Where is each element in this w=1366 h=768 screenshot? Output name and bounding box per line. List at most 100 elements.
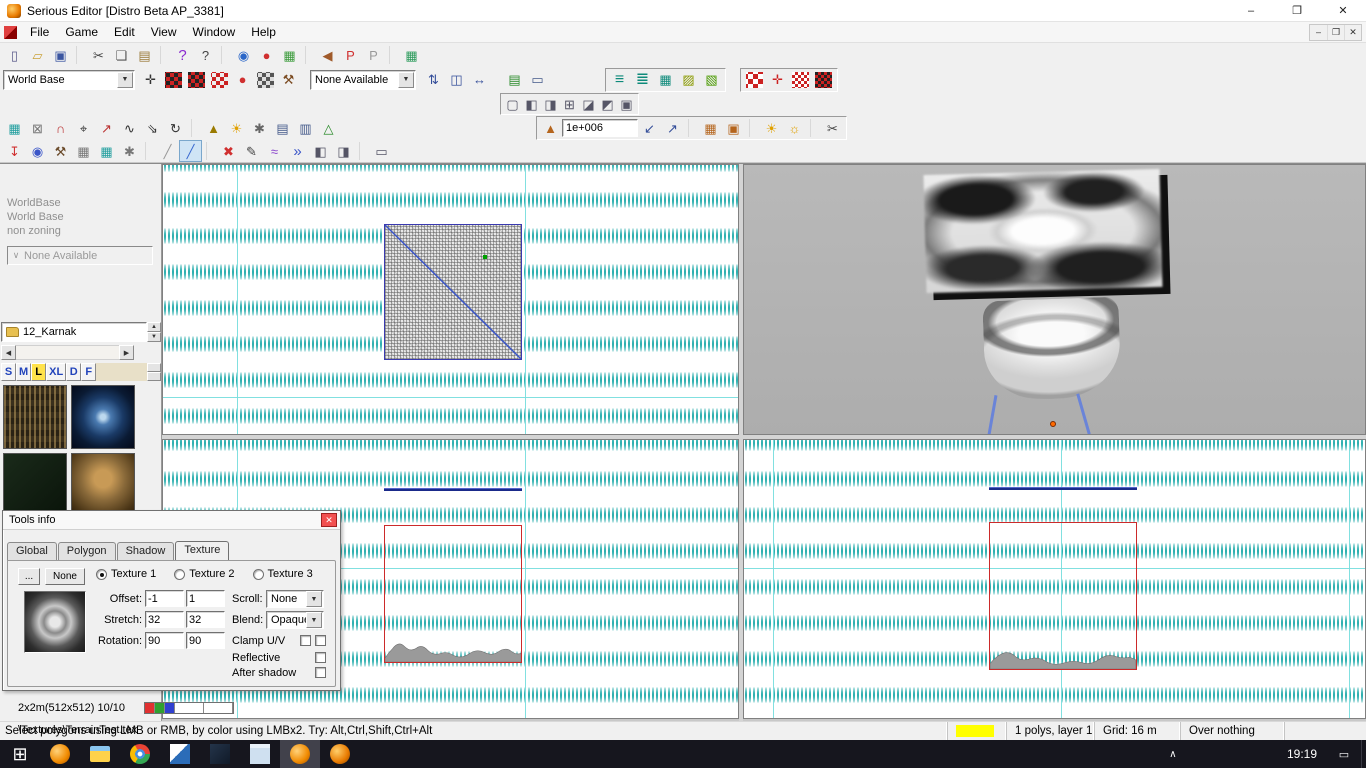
texture-size-tab[interactable]: XL bbox=[46, 363, 67, 381]
scroll-combo[interactable]: None ▼ bbox=[266, 590, 324, 608]
fast-forward-icon[interactable]: » bbox=[286, 140, 309, 162]
after-shadow-checkbox[interactable] bbox=[315, 667, 326, 678]
taskbar-chrome-icon[interactable] bbox=[120, 740, 160, 768]
pattern-mixed-icon[interactable] bbox=[812, 69, 835, 91]
navigate-back-icon[interactable]: ◀ bbox=[316, 44, 339, 66]
offset-u-input[interactable] bbox=[145, 590, 184, 607]
window-outline-icon[interactable]: ▢ bbox=[503, 93, 522, 115]
paste-icon[interactable]: ▤ bbox=[133, 44, 156, 66]
tools-info-tab[interactable]: Global bbox=[7, 542, 57, 560]
spin-down-icon[interactable]: ▼ bbox=[147, 332, 161, 342]
pattern-fine-icon[interactable] bbox=[789, 69, 812, 91]
window-corner-icon[interactable]: ◩ bbox=[598, 93, 617, 115]
texture-layer-radio[interactable]: Texture 3 bbox=[252, 568, 313, 580]
taskbar-serious-editor-icon[interactable] bbox=[280, 740, 320, 768]
heightmap-texture-quad[interactable] bbox=[923, 168, 1163, 294]
offset-v-input[interactable] bbox=[186, 590, 225, 607]
reflective-checkbox[interactable] bbox=[315, 652, 326, 663]
pattern-coarse-icon[interactable] bbox=[743, 69, 766, 91]
spin-down-icon[interactable] bbox=[147, 372, 161, 381]
terrain-cell-icon[interactable]: ▣ bbox=[722, 117, 745, 139]
texture-b-icon[interactable]: ▥ bbox=[294, 117, 317, 139]
delete-poly-icon[interactable]: ✖ bbox=[217, 140, 240, 162]
taskbar-clock[interactable]: 19:19 bbox=[1277, 747, 1327, 761]
scroll-track[interactable] bbox=[16, 345, 119, 360]
frame-left-icon[interactable]: ◧ bbox=[309, 140, 332, 162]
spin-up-icon[interactable] bbox=[147, 363, 161, 372]
shadow-calc-icon[interactable]: ☼ bbox=[783, 117, 806, 139]
csg-deport-icon[interactable] bbox=[254, 69, 277, 91]
pencil-icon[interactable]: ✎ bbox=[240, 140, 263, 162]
texture-layer-radio[interactable]: Texture 1 bbox=[96, 568, 156, 580]
menu-item[interactable]: File bbox=[22, 23, 57, 41]
window-left-icon[interactable]: ◧ bbox=[522, 93, 541, 115]
taskbar-explorer-icon[interactable] bbox=[80, 740, 120, 768]
swatch-red[interactable] bbox=[145, 703, 155, 713]
clamp-u-checkbox[interactable] bbox=[300, 635, 311, 646]
resize-icon[interactable]: ⇘ bbox=[141, 117, 164, 139]
texture-thumb-dark[interactable] bbox=[3, 453, 67, 517]
mdi-close-button[interactable]: ✕ bbox=[1344, 24, 1361, 40]
split-axe-icon[interactable]: ⚒ bbox=[277, 69, 300, 91]
gear-icon[interactable]: ✱ bbox=[248, 117, 271, 139]
help-icon[interactable]: ? bbox=[171, 44, 194, 66]
spray-icon[interactable]: ≈ bbox=[263, 140, 286, 162]
chevron-down-icon[interactable]: ▼ bbox=[398, 71, 414, 88]
library-icon[interactable]: ▤ bbox=[503, 69, 526, 91]
csg-split-icon[interactable] bbox=[208, 69, 231, 91]
terrain-raise-icon[interactable]: ▲ bbox=[539, 117, 562, 139]
world-sphere-icon[interactable]: ◉ bbox=[26, 140, 49, 162]
cut-icon[interactable]: ✂ bbox=[87, 44, 110, 66]
world-base-combo[interactable]: World Base ▼ bbox=[3, 69, 135, 90]
pattern-add-icon[interactable]: ✛ bbox=[766, 69, 789, 91]
layers-add-icon[interactable]: ≣ bbox=[631, 69, 654, 91]
chevron-down-icon[interactable]: ▼ bbox=[117, 71, 133, 88]
spin-up-icon[interactable]: ▲ bbox=[147, 322, 161, 332]
menu-item[interactable]: Window bbox=[185, 23, 244, 41]
mip-expand-icon[interactable]: ↗ bbox=[661, 117, 684, 139]
entity-select-icon[interactable]: ✛ bbox=[139, 69, 162, 91]
stretch-u-input[interactable] bbox=[145, 611, 184, 628]
pencil-active-icon[interactable]: ╱ bbox=[179, 140, 202, 162]
stretch-v-input[interactable] bbox=[186, 611, 225, 628]
texture-layer-radio[interactable]: Texture 2 bbox=[174, 568, 235, 580]
anchor-lock-icon[interactable]: ⊠ bbox=[26, 117, 49, 139]
chevron-down-icon[interactable]: ▼ bbox=[306, 612, 322, 628]
csg-subtract-icon[interactable] bbox=[185, 69, 208, 91]
mirror-icon[interactable]: ◫ bbox=[445, 69, 468, 91]
viewport-top-2d[interactable] bbox=[162, 164, 739, 435]
texture-thumb-hieroglyphs[interactable] bbox=[3, 385, 67, 449]
mip-factor-input[interactable] bbox=[562, 119, 638, 137]
texture-size-tab[interactable]: L bbox=[31, 363, 47, 381]
taskbar-game-icon[interactable] bbox=[40, 740, 80, 768]
menu-item[interactable]: View bbox=[143, 23, 185, 41]
carve-axe-icon[interactable]: ⚒ bbox=[49, 140, 72, 162]
menu-item[interactable]: Help bbox=[243, 23, 284, 41]
projector-icon[interactable]: ▲ bbox=[202, 117, 225, 139]
terrain-mesh-3d[interactable] bbox=[982, 296, 1122, 402]
start-button[interactable]: ⊞ bbox=[0, 740, 40, 768]
texture-preview[interactable] bbox=[24, 591, 86, 653]
texture-size-tab[interactable]: S bbox=[1, 363, 16, 381]
tray-chevron-icon[interactable]: ∧ bbox=[1161, 749, 1185, 760]
texture-a-icon[interactable]: ▤ bbox=[271, 117, 294, 139]
action-center-icon[interactable]: ▭ bbox=[1327, 748, 1361, 761]
mdi-restore-button[interactable]: ❐ bbox=[1327, 24, 1344, 40]
tools-info-tab[interactable]: Polygon bbox=[57, 542, 116, 560]
terrain-tiles-icon[interactable]: ▦ bbox=[699, 117, 722, 139]
window-full-icon[interactable]: ▣ bbox=[617, 93, 636, 115]
swatch-white-2[interactable] bbox=[204, 703, 233, 713]
texture-size-tab[interactable]: M bbox=[16, 363, 32, 381]
clear-texture-button[interactable]: None bbox=[45, 568, 85, 585]
entity-handle[interactable] bbox=[1050, 421, 1056, 427]
flask-icon[interactable]: △ bbox=[317, 117, 340, 139]
window-right-icon[interactable]: ◨ bbox=[541, 93, 560, 115]
mdi-child-icon[interactable] bbox=[4, 25, 17, 39]
measure-grid-icon[interactable]: ▦ bbox=[95, 140, 118, 162]
layers-list-icon[interactable]: ≡ bbox=[608, 69, 631, 91]
horizontal-splitter[interactable] bbox=[162, 435, 1366, 439]
texture-scrollbar[interactable]: ◀ ▶ bbox=[1, 345, 134, 360]
target-combo-disabled[interactable]: ∨ None Available bbox=[7, 246, 153, 265]
mdi-minimize-button[interactable]: – bbox=[1310, 25, 1327, 40]
tools-info-tab[interactable]: Texture bbox=[175, 541, 230, 561]
